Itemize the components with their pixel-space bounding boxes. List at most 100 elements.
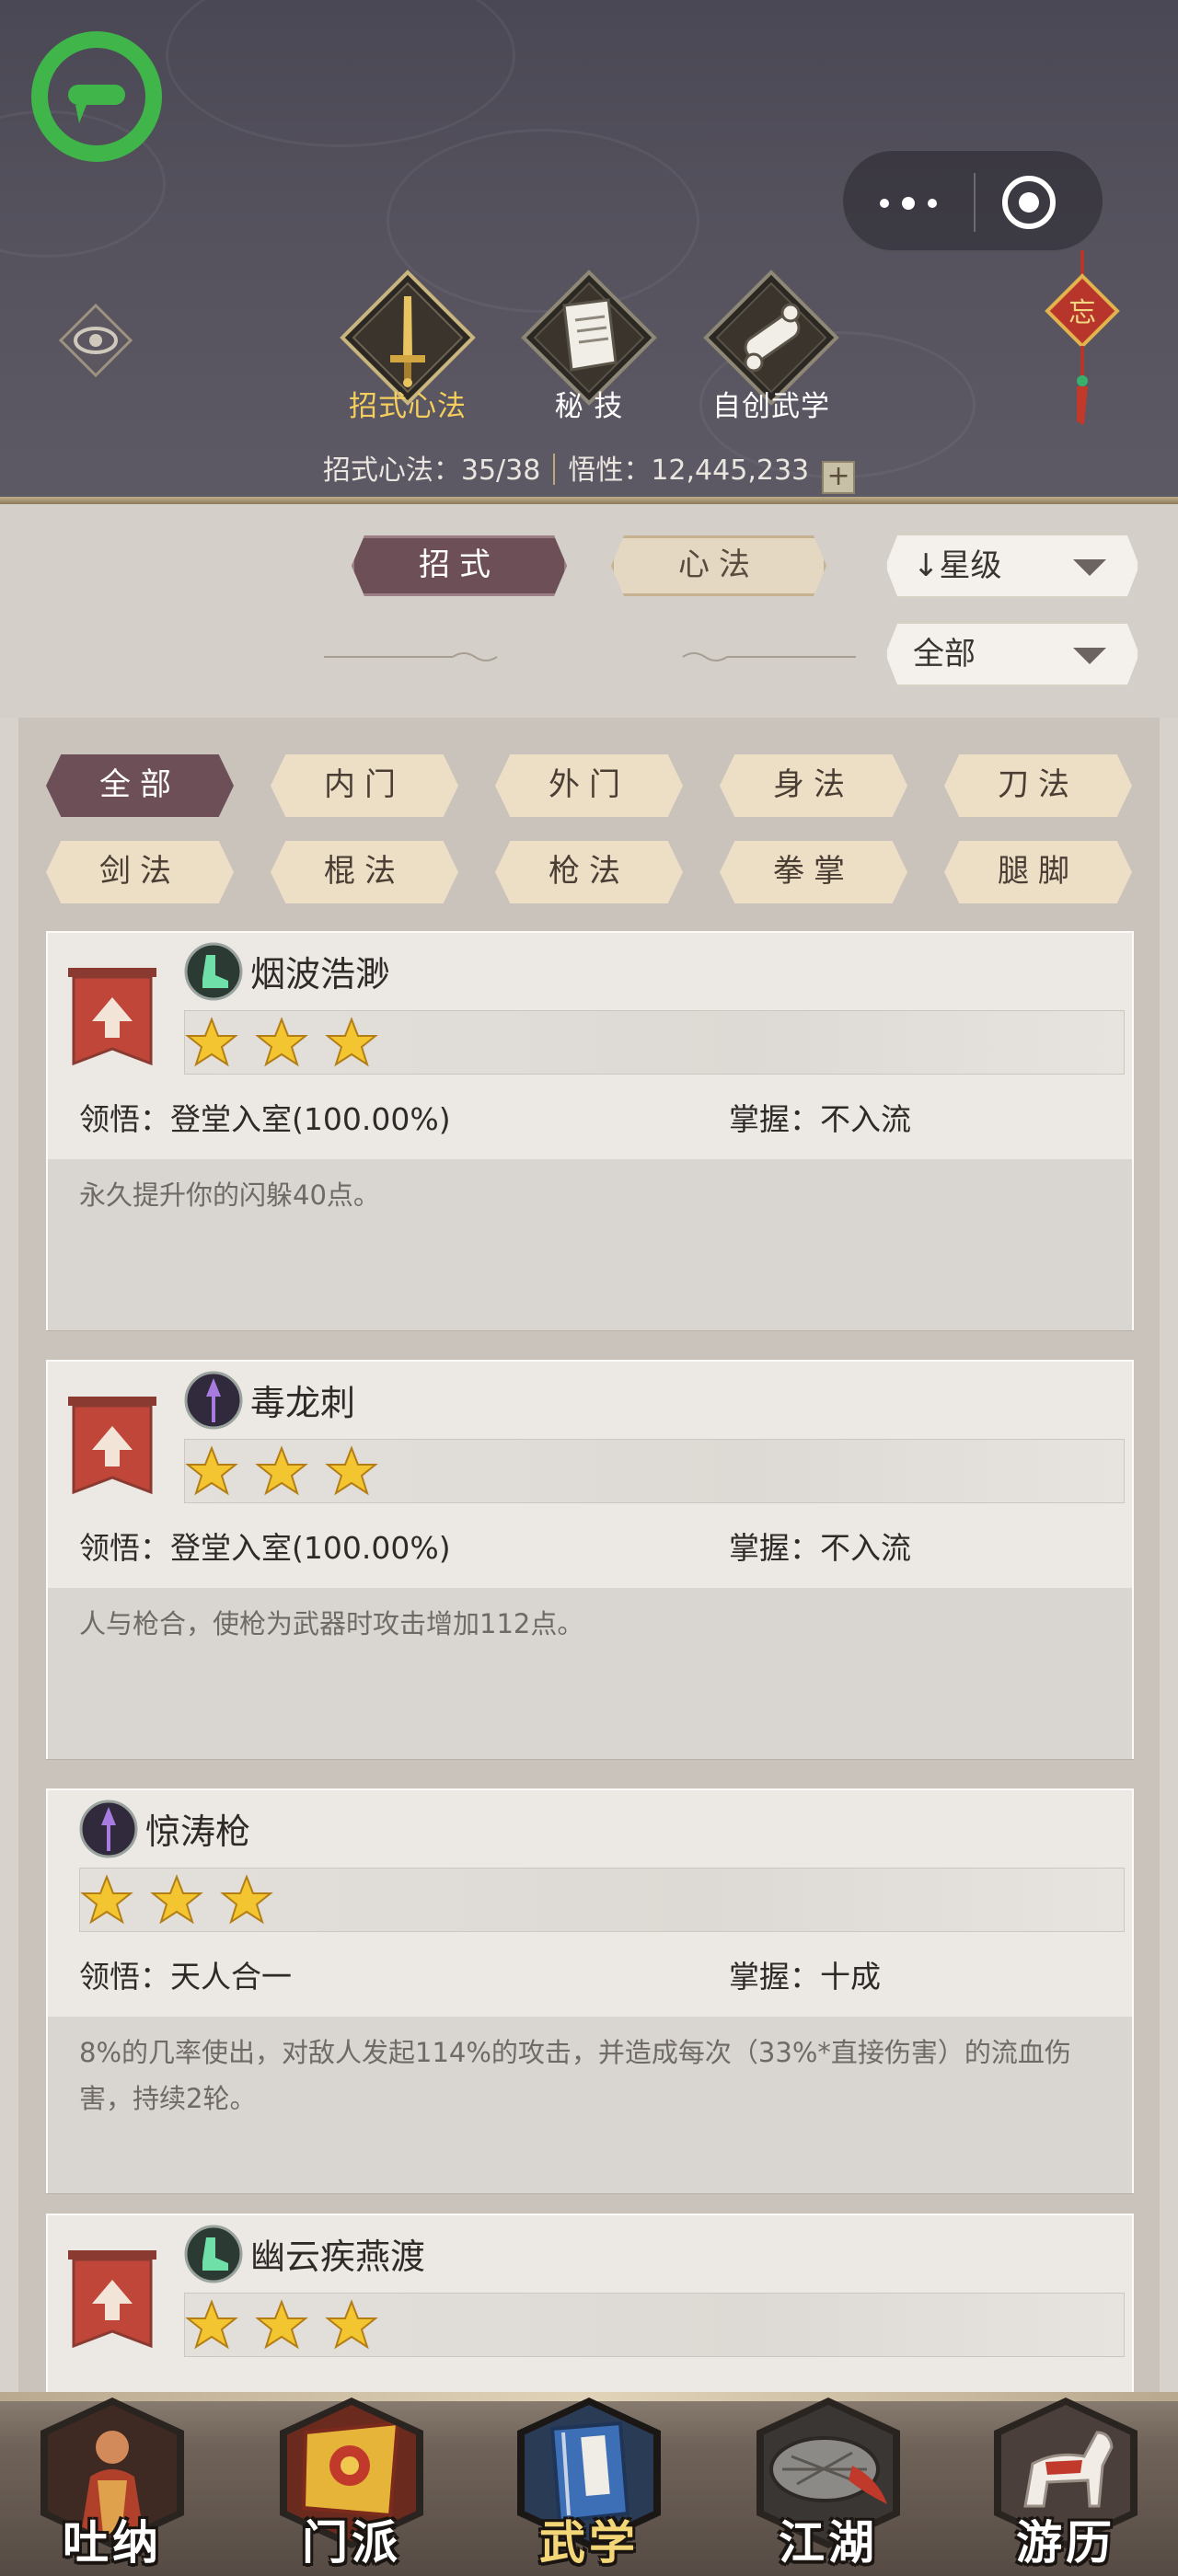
comprehension: 领悟：登堂入室(100.00%) [79,1530,451,1566]
skill-description-box: 人与枪合，使枪为武器时攻击增加112点。 [48,1588,1132,1759]
nav-breathing-label: 吐纳 [63,2515,162,2570]
star-icon [185,1017,238,1067]
category-blade[interactable]: 刀法 [944,754,1132,817]
skill-card[interactable]: 惊涛枪 领悟：天人合一 掌握：十成 8%的几率使出，对敌人发起114%的攻击，并… [46,1788,1134,2193]
star-icon [185,1445,238,1496]
header: 招式心法 秘 技 自创武学 忘 招式心法：35/38 悟性：12,445,233… [0,0,1178,504]
mastery: 掌握：十成 [729,1959,881,1995]
sort-arrow-icon: ↓ [913,547,940,584]
skill-name: 惊涛枪 [145,1811,251,1852]
comprehension: 领悟：登堂入室(100.00%) [79,1101,451,1137]
sort-dropdown[interactable]: ↓星级 [885,534,1139,598]
skill-card[interactable]: 烟波浩渺 领悟：登堂入室(100.00%) 掌握：不入流 永久提升你的闪躲40点… [46,931,1134,1330]
nav-martial-arts-label: 武学 [539,2515,639,2570]
comprehension: 领悟：天人合一 [79,1959,292,1995]
mastery: 掌握：不入流 [729,1101,911,1137]
category-movement[interactable]: 身法 [720,754,907,817]
star-rating [184,2293,1125,2357]
tab-custom-martial-arts[interactable]: 自创武学 [693,269,849,424]
skill-description-box: 8%的几率使出，对敌人发起114%的攻击，并造成每次（33%*直接伤害）的流血伤… [48,2017,1132,2193]
boot-icon [184,942,243,1001]
tab-secret-skills[interactable]: 秘 技 [511,269,667,424]
moves-count-label: 招式心法： [322,454,461,487]
skill-description: 人与枪合，使枪为武器时攻击增加112点。 [79,1608,584,1639]
skill-description: 永久提升你的闪躲40点。 [79,1179,380,1211]
nav-travel[interactable]: 游历 [983,2398,1149,2576]
upgrade-banner-icon[interactable] [66,2247,158,2357]
category-fist-palm[interactable]: 拳掌 [720,841,907,903]
boot-icon [184,2225,243,2283]
chat-logo-icon[interactable] [31,31,162,162]
insight-value: 12,445,233 [651,454,810,487]
nav-travel-label: 游历 [1016,2515,1115,2570]
star-icon [255,2299,308,2350]
skill-description-box: 永久提升你的闪躲40点。 [48,1159,1132,1330]
filter-area: 招式 心法 ↓星级 全部 [0,504,1178,718]
tab-moves-mode[interactable]: 招式 [352,535,567,596]
cloud-decoration [166,0,515,147]
nav-jianghu-label: 江湖 [779,2515,878,2570]
star-icon [150,1874,203,1925]
skill-card[interactable]: 毒龙刺 领悟：登堂入室(100.00%) 掌握：不入流 人与枪合，使枪为武器时攻… [46,1360,1134,1759]
nav-breathing[interactable]: 吐纳 [29,2398,195,2576]
chevron-down-icon [1073,559,1106,576]
mastery-value: 十成 [820,1959,881,1995]
mastery: 掌握：不入流 [729,1530,911,1566]
tab-custom-martial-arts-label: 自创武学 [712,390,830,423]
tab-moves[interactable]: 招式心法 [329,269,486,424]
star-icon [325,2299,378,2350]
category-staff[interactable]: 棍法 [271,841,458,903]
skill-card[interactable]: 幽云疾燕渡 [46,2214,1134,2394]
upgrade-banner-icon[interactable] [66,1393,158,1503]
mastery-value: 不入流 [820,1530,911,1566]
spear-icon [184,1371,243,1430]
skill-name: 毒龙刺 [250,1383,356,1423]
category-dropdown[interactable]: 全部 [885,622,1139,686]
more-menu-button[interactable] [876,178,942,226]
stats-bar: 招式心法：35/38 悟性：12,445,233 + [0,447,1178,494]
skills-panel: 全部 内门 外门 身法 刀法 剑法 棍法 枪法 拳掌 腿脚 烟波浩渺 领悟：登堂… [18,718,1160,2394]
star-icon [220,1874,273,1925]
nav-sect[interactable]: 门派 [269,2398,434,2576]
category-spear[interactable]: 枪法 [495,841,683,903]
nav-sect-label: 门派 [302,2515,401,2570]
upgrade-banner-icon[interactable] [66,964,158,1075]
comprehension-value: 天人合一 [170,1959,292,1995]
skill-name: 幽云疾燕渡 [250,2237,426,2277]
star-icon [255,1445,308,1496]
nav-martial-arts[interactable]: 武学 [506,2398,672,2576]
category-all[interactable]: 全部 [46,754,234,817]
chevron-down-icon [1073,648,1106,664]
category-leg-kick[interactable]: 腿脚 [944,841,1132,903]
nav-jianghu[interactable]: 江湖 [745,2398,911,2576]
miniprogram-capsule [841,149,1104,252]
eye-toggle-icon[interactable] [59,304,133,377]
mastery-value: 不入流 [820,1101,911,1137]
star-icon [185,2299,238,2350]
star-icon [325,1017,378,1067]
category-sword[interactable]: 剑法 [46,841,234,903]
star-icon [325,1445,378,1496]
tab-mental-method[interactable]: 心法 [611,535,826,596]
star-rating [184,1439,1125,1503]
category-outer[interactable]: 外门 [495,754,683,817]
skill-description: 8%的几率使出，对敌人发起114%的攻击，并造成每次（33%*直接伤害）的流血伤… [79,2037,1071,2114]
divider-ornament [682,652,856,661]
bottom-nav: 吐纳 门派 武学 江湖 游历 [0,2392,1178,2576]
insight-label: 悟性： [568,454,652,487]
star-rating [79,1868,1125,1932]
skill-name: 烟波浩渺 [250,954,391,995]
star-icon [255,1017,308,1067]
comprehension-value: 登堂入室(100.00%) [170,1530,451,1566]
charm-char: 忘 [1068,297,1096,329]
spear-icon [79,1800,138,1858]
sort-dropdown-value: 星级 [939,547,1002,584]
moves-count-value: 35/38 [460,454,541,487]
tab-moves-label: 招式心法 [349,390,467,423]
category-inner[interactable]: 内门 [271,754,458,817]
close-miniprogram-icon[interactable] [998,171,1060,234]
divider-ornament [324,652,498,661]
hanging-charm-icon[interactable]: 忘 [1040,250,1125,434]
add-insight-button[interactable]: + [822,461,856,494]
star-icon [80,1874,133,1925]
